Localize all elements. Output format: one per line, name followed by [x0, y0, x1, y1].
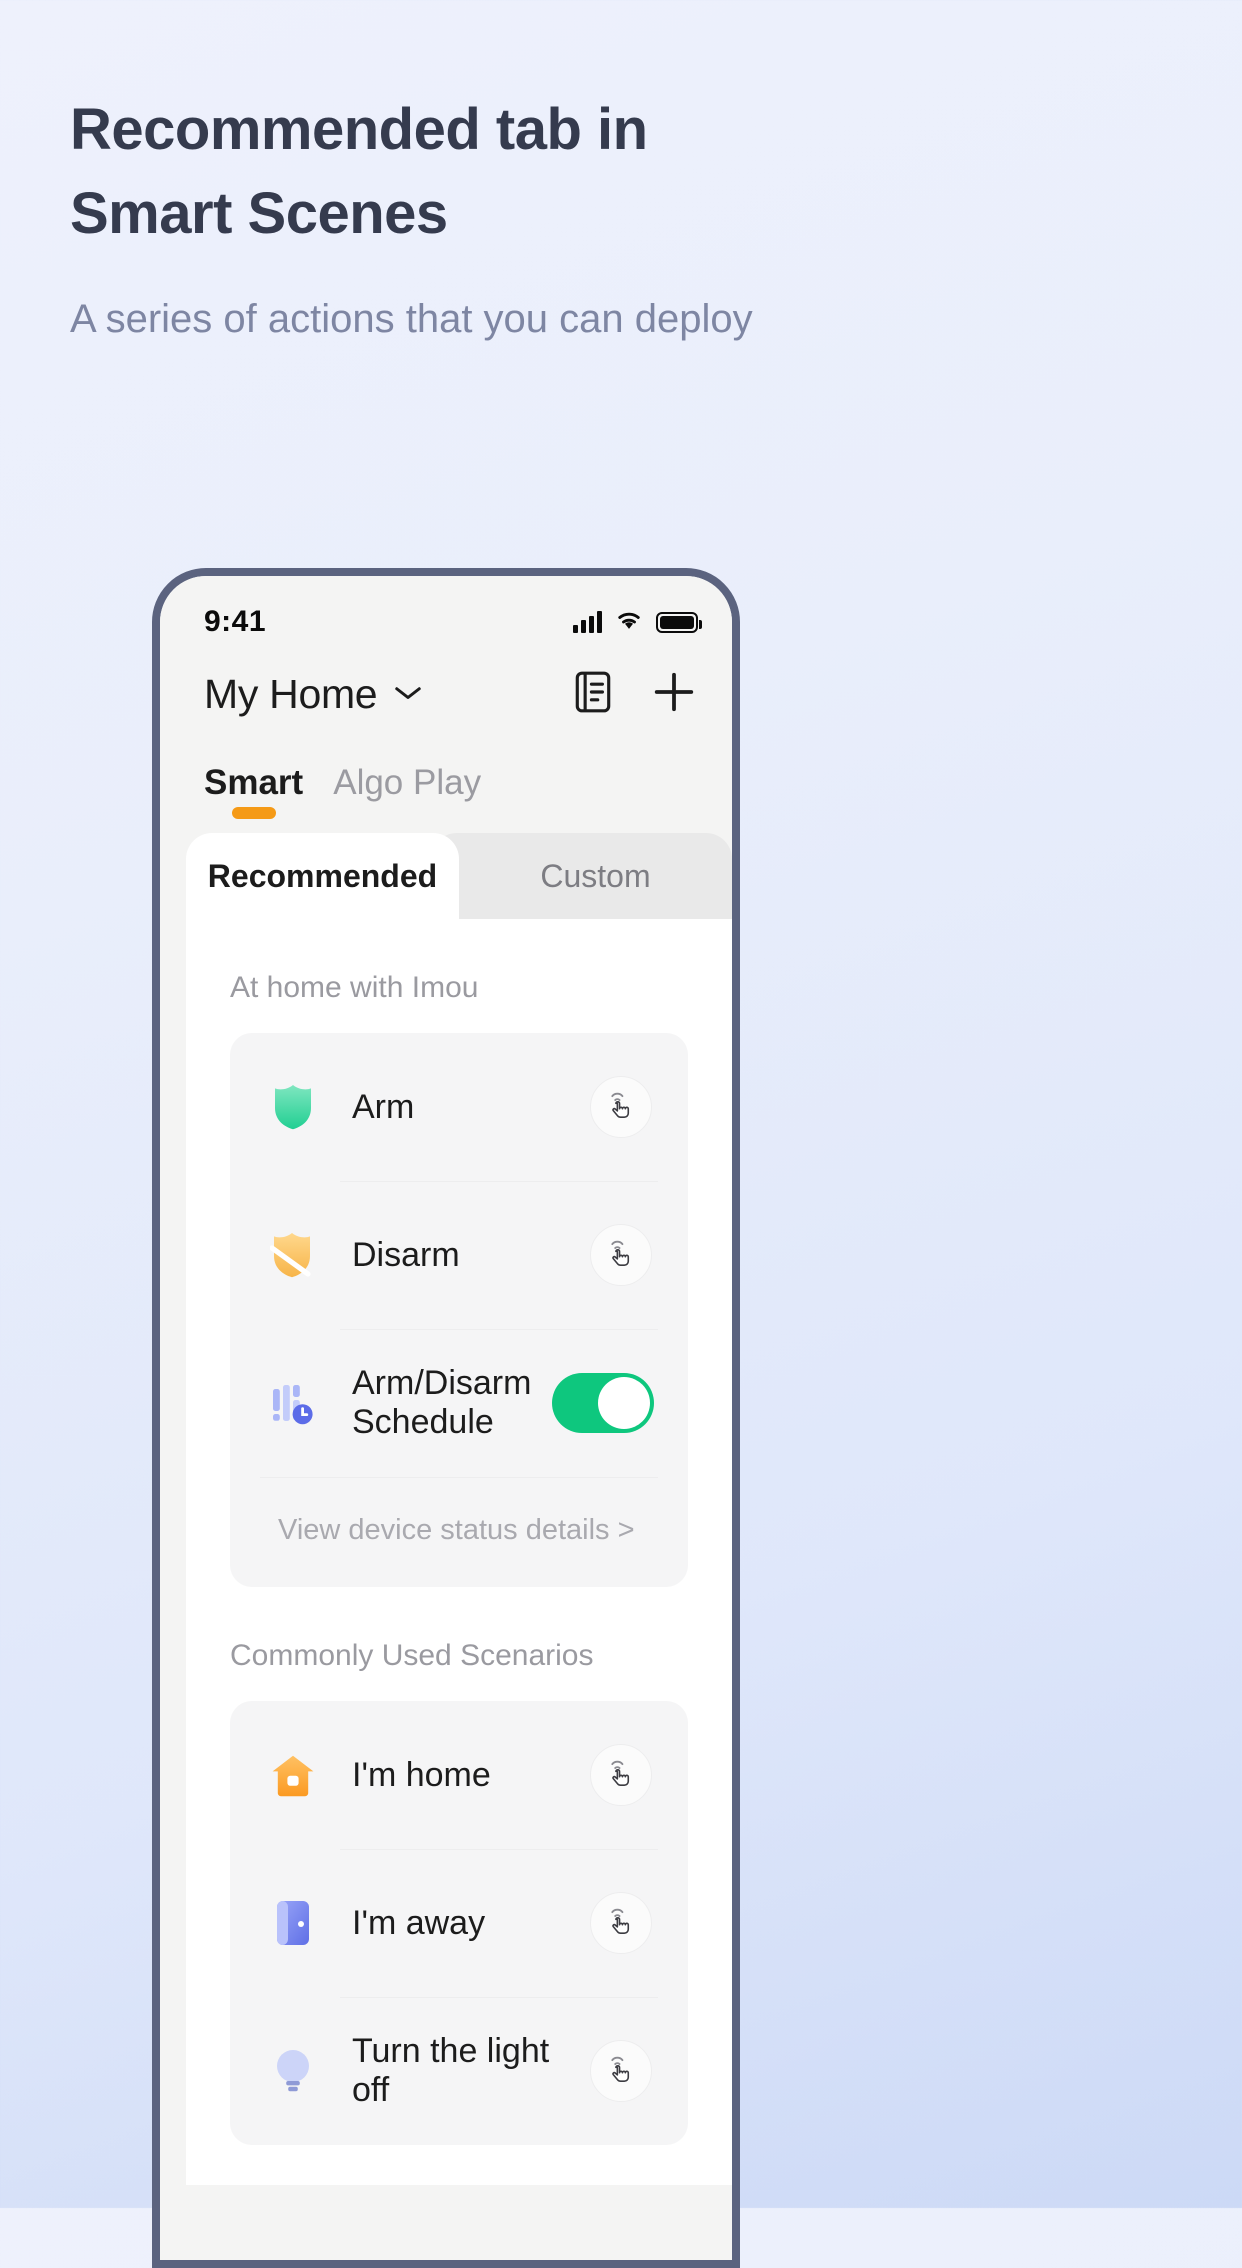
tab-smart[interactable]: Smart — [204, 763, 303, 819]
home-name-label: My Home — [204, 671, 378, 717]
status-bar-clock: 9:41 — [204, 605, 267, 638]
shield-slash-icon — [260, 1230, 326, 1280]
tab-recommended-label: Recommended — [207, 857, 438, 894]
tab-algo-play[interactable]: Algo Play — [333, 763, 481, 819]
tab-custom-label: Custom — [540, 857, 651, 894]
status-bar-icons — [573, 608, 702, 636]
plus-icon[interactable] — [652, 670, 696, 719]
section-title-common-scenarios: Commonly Used Scenarios — [230, 1639, 594, 1672]
list-item-label: Disarm — [352, 1235, 460, 1274]
list-item[interactable]: Arm — [260, 1033, 658, 1181]
list-item[interactable]: Turn the light off — [260, 1997, 658, 2145]
list-item[interactable]: I'm away — [260, 1849, 658, 1997]
schedule-clock-icon — [260, 1379, 326, 1427]
chevron-down-icon[interactable] — [393, 683, 423, 707]
tab-custom[interactable]: Custom — [431, 833, 732, 919]
list-item[interactable]: Arm/Disarm Schedule — [260, 1329, 658, 1477]
status-bar: 9:41 — [160, 576, 732, 654]
list-item-label: I'm away — [352, 1903, 486, 1942]
schedule-toggle[interactable] — [552, 1373, 654, 1433]
hand-tap-icon[interactable] — [590, 1076, 652, 1138]
list-item[interactable]: Disarm — [260, 1181, 658, 1329]
scene-group-at-home: Arm Disarm Arm/Disarm Schedule View devi… — [230, 1033, 688, 1587]
cellular-signal-icon — [573, 611, 602, 633]
phone-mockup: 9:41 My Home Smart Algo Play Recommended… — [152, 568, 740, 2268]
hand-tap-icon[interactable] — [590, 1744, 652, 1806]
tab-algo-play-label: Algo Play — [333, 763, 482, 802]
main-tabs: Smart Algo Play — [160, 719, 732, 819]
door-icon — [260, 1898, 326, 1948]
scene-group-common: I'm home I'm away Turn the light off — [230, 1701, 688, 2145]
section-title-at-home: At home with Imou — [230, 971, 479, 1004]
hand-tap-icon[interactable] — [590, 2040, 652, 2102]
promo-block: Recommended tab in Smart Scenes A series… — [70, 88, 830, 351]
shield-icon — [260, 1082, 326, 1132]
tab-smart-label: Smart — [204, 763, 304, 802]
content-sheet: At home with Imou Arm Disarm Arm/Disarm … — [186, 919, 732, 2185]
page-subtitle: A series of actions that you can deploy — [70, 297, 753, 341]
hand-tap-icon[interactable] — [590, 1892, 652, 1954]
home-selector[interactable]: My Home — [204, 671, 423, 718]
card-tabs: Recommended Custom — [160, 833, 732, 919]
wifi-icon — [614, 608, 644, 636]
note-list-icon[interactable] — [572, 670, 614, 719]
page-title-line-1: Recommended tab in — [70, 97, 648, 162]
battery-full-icon — [656, 611, 702, 633]
list-item-label: I'm home — [352, 1755, 491, 1794]
app-header: My Home — [160, 654, 732, 719]
list-item-label: Arm — [352, 1087, 415, 1126]
view-device-status-link[interactable]: View device status details > — [260, 1477, 658, 1587]
page-title: Recommended tab in Smart Scenes — [70, 88, 830, 256]
bulb-icon — [260, 2046, 326, 2096]
tab-recommended[interactable]: Recommended — [186, 833, 459, 919]
list-item-label: Turn the light off — [352, 2032, 550, 2109]
list-item[interactable]: I'm home — [260, 1701, 658, 1849]
list-item-label: Arm/Disarm Schedule — [352, 1364, 532, 1441]
hand-tap-icon[interactable] — [590, 1224, 652, 1286]
page-title-line-2: Smart Scenes — [70, 181, 448, 246]
phone-screen: 9:41 My Home Smart Algo Play Recommended… — [160, 576, 732, 2260]
house-icon — [260, 1751, 326, 1799]
header-actions — [572, 670, 696, 719]
